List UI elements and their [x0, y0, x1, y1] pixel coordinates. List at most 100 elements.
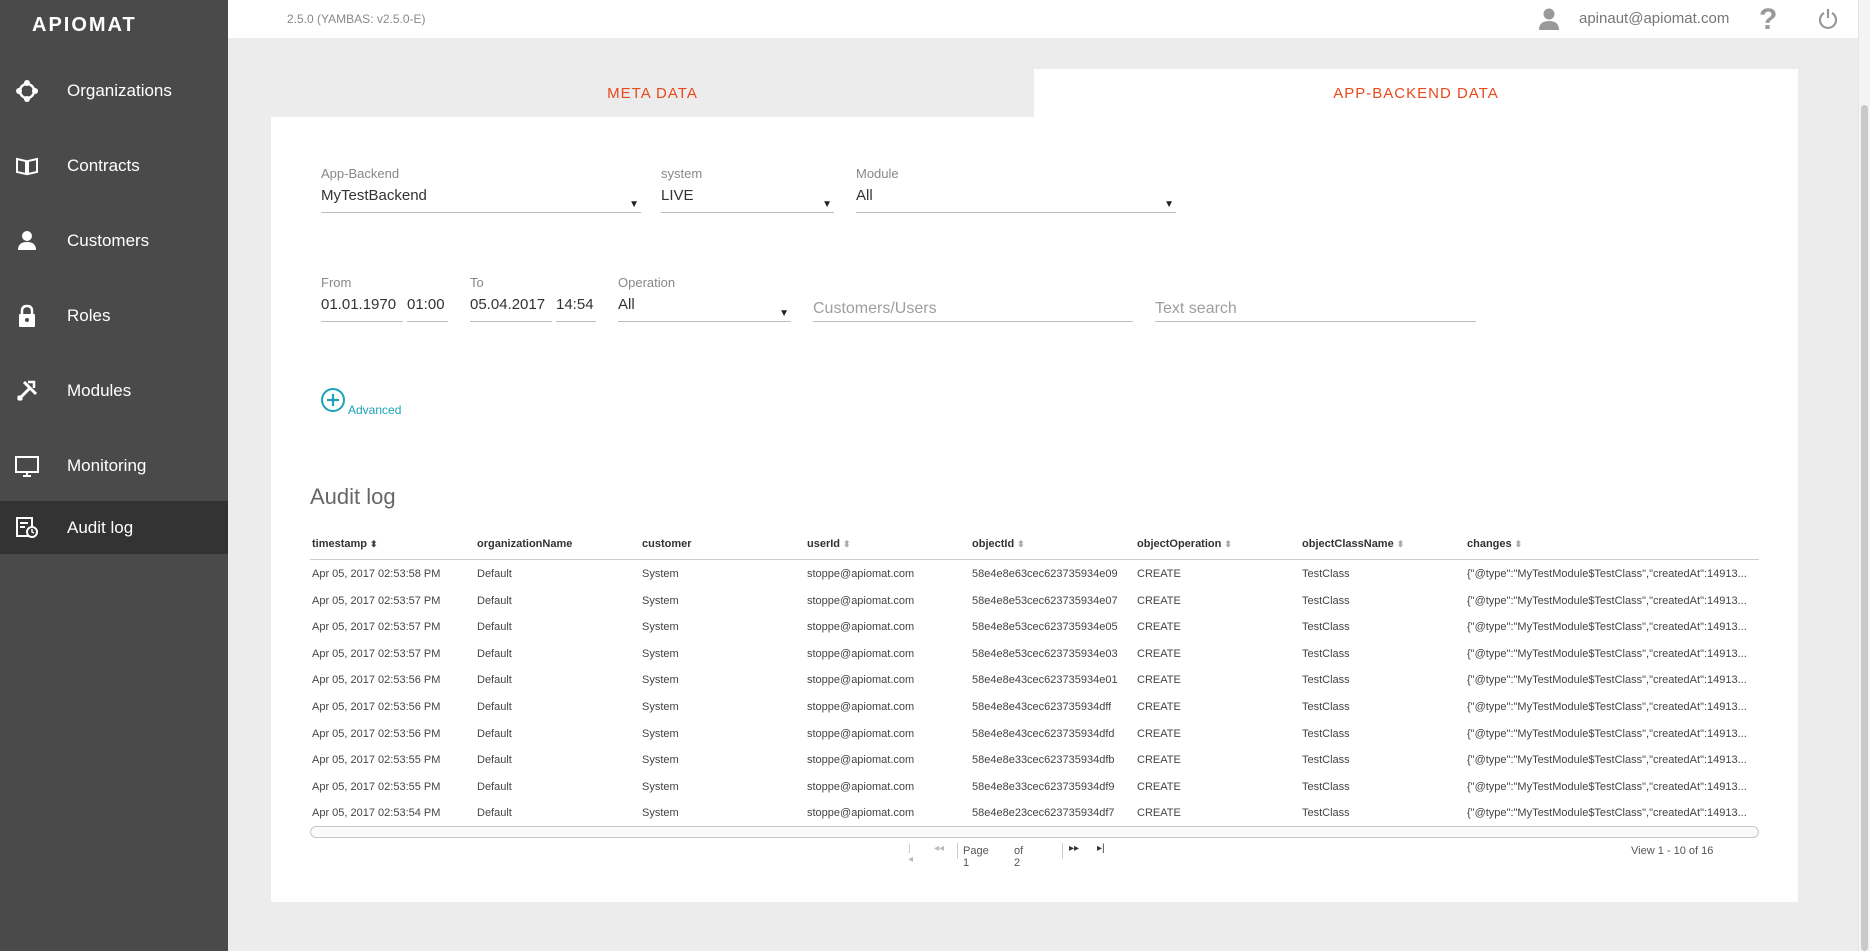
cell-timestamp: Apr 05, 2017 02:53:54 PM [312, 807, 441, 820]
horizontal-scrollbar[interactable] [310, 826, 1759, 838]
system-select[interactable]: system LIVE ▼ [661, 165, 834, 213]
cell-object-class-name: TestClass [1302, 568, 1350, 580]
column-header-customer: customer [642, 538, 692, 550]
table-row[interactable]: Apr 05, 2017 02:53:55 PM Default System sto… [310, 773, 1759, 800]
from-time-field[interactable]: 01:00 [407, 274, 448, 322]
sort-icon: ⬍ [1396, 539, 1405, 549]
cell-object-id: 58e4e8e53cec623735934e07 [972, 594, 1118, 607]
sidebar-item-label: Customers [67, 230, 150, 250]
cell-object-class-name: TestClass [1302, 780, 1350, 793]
user-email[interactable]: apinaut@apiomat.com [1579, 10, 1729, 27]
table-row[interactable]: Apr 05, 2017 02:53:58 PM Default System sto… [310, 560, 1759, 587]
column-header-user-id[interactable]: userId ⬍ [807, 538, 851, 550]
cell-object-operation: CREATE [1137, 568, 1181, 580]
cell-changes: {"@type":"MyTestModule$TestClass","creat… [1467, 568, 1747, 580]
cell-user-id: stoppe@apiomat.com [807, 807, 915, 820]
cell-organization-name: Default [477, 754, 512, 767]
table-row[interactable]: Apr 05, 2017 02:53:56 PM Default System sto… [310, 720, 1759, 747]
roles-icon [14, 303, 40, 329]
to-time-field[interactable]: 14:54 [556, 274, 596, 322]
column-label: organizationName [477, 538, 573, 550]
cell-organization-name: Default [477, 568, 512, 580]
sidebar-item-organizations[interactable]: Organizations [0, 64, 228, 117]
to-date-field[interactable]: To 05.04.2017 [470, 274, 552, 322]
column-label: objectId [972, 538, 1015, 550]
cell-organization-name: Default [477, 647, 512, 660]
user-icon[interactable] [1538, 7, 1560, 36]
app-backend-select[interactable]: App-Backend MyTestBackend ▼ [321, 165, 641, 213]
table-row[interactable]: Apr 05, 2017 02:53:55 PM Default System sto… [310, 746, 1759, 773]
cell-object-id: 58e4e8e53cec623735934e03 [972, 647, 1118, 660]
cell-object-operation: CREATE [1137, 594, 1181, 607]
tab-app-backend-data[interactable]: APP-BACKEND DATA [1034, 69, 1798, 117]
advanced-button[interactable]: Advanced [320, 387, 401, 418]
cell-customer: System [642, 621, 679, 634]
system-value: LIVE [661, 187, 694, 204]
table-row[interactable]: Apr 05, 2017 02:53:57 PM Default System sto… [310, 587, 1759, 614]
cell-user-id: stoppe@apiomat.com [807, 568, 915, 580]
column-header-changes[interactable]: changes ⬍ [1467, 538, 1522, 550]
cell-object-id: 58e4e8e33cec623735934df9 [972, 780, 1115, 793]
table-row[interactable]: Apr 05, 2017 02:53:56 PM Default System sto… [310, 693, 1759, 720]
modules-icon [14, 378, 40, 404]
to-date-value: 05.04.2017 [470, 292, 552, 322]
vertical-scrollbar[interactable] [1858, 0, 1870, 951]
module-value: All [856, 187, 873, 204]
sidebar-item-contracts[interactable]: Contracts [0, 139, 228, 192]
cell-timestamp: Apr 05, 2017 02:53:55 PM [312, 754, 441, 767]
column-header-object-operation[interactable]: objectOperation ⬍ [1137, 538, 1232, 550]
power-icon[interactable] [1817, 8, 1839, 35]
sidebar-item-monitoring[interactable]: Monitoring [0, 439, 228, 492]
monitoring-icon [14, 453, 40, 479]
help-icon[interactable]: ? [1759, 2, 1777, 38]
sidebar-item-modules[interactable]: Modules [0, 364, 228, 417]
sidebar-item-customers[interactable]: Customers [0, 214, 228, 267]
column-header-object-id[interactable]: objectId ⬍ [972, 538, 1025, 550]
prev-page-icon[interactable]: ◂◂ [934, 843, 944, 854]
column-label: timestamp [312, 538, 368, 550]
cell-customer: System [642, 568, 679, 580]
customers-users-input[interactable]: Customers/Users [813, 274, 1133, 322]
system-label: system [661, 166, 703, 181]
sidebar-item-audit-log[interactable]: Audit log [0, 501, 228, 554]
next-page-icon[interactable]: ▸▸ [1069, 843, 1079, 854]
logo[interactable]: APIOMAT [0, 0, 228, 48]
cell-object-class-name: TestClass [1302, 807, 1350, 820]
sidebar: APIOMAT Organizations Contracts Customer… [0, 0, 228, 951]
column-label: objectClassName [1302, 538, 1394, 550]
cell-timestamp: Apr 05, 2017 02:53:57 PM [312, 621, 441, 634]
table-row[interactable]: Apr 05, 2017 02:53:56 PM Default System sto… [310, 666, 1759, 693]
column-header-object-class-name[interactable]: objectClassName ⬍ [1302, 538, 1404, 550]
cell-timestamp: Apr 05, 2017 02:53:56 PM [312, 727, 441, 740]
column-header-organization-name: organizationName [477, 538, 572, 550]
cell-object-id: 58e4e8e43cec623735934dff [972, 700, 1112, 713]
first-page-icon[interactable]: |◂ [908, 843, 913, 865]
audit-log-table: timestamp ⬍ organizationName customer use… [310, 532, 1759, 826]
table-row[interactable]: Apr 05, 2017 02:53:54 PM Default System sto… [310, 799, 1759, 826]
cell-customer: System [642, 807, 679, 820]
cell-object-operation: CREATE [1137, 700, 1181, 713]
last-page-icon[interactable]: ▸| [1097, 843, 1105, 854]
cell-changes: {"@type":"MyTestModule$TestClass","creat… [1467, 674, 1747, 687]
column-header-timestamp[interactable]: timestamp ⬍ [312, 538, 378, 550]
advanced-label: Advanced [348, 403, 402, 417]
cell-changes: {"@type":"MyTestModule$TestClass","creat… [1467, 647, 1747, 660]
from-date-field[interactable]: From 01.01.1970 [321, 274, 403, 322]
customers-users-placeholder: Customers/Users [813, 292, 1133, 322]
sidebar-item-label: Audit log [67, 517, 134, 537]
caret-down-icon: ▼ [822, 199, 832, 210]
module-select[interactable]: Module All ▼ [856, 165, 1176, 213]
text-search-input[interactable]: Text search [1155, 274, 1476, 322]
operation-select[interactable]: Operation All ▼ [618, 274, 791, 322]
table-body: Apr 05, 2017 02:53:58 PM Default System sto… [310, 560, 1759, 826]
sidebar-item-label: Monitoring [67, 455, 147, 475]
cell-customer: System [642, 594, 679, 607]
scrollbar-thumb[interactable] [1861, 105, 1868, 951]
cell-changes: {"@type":"MyTestModule$TestClass","creat… [1467, 807, 1747, 820]
table-row[interactable]: Apr 05, 2017 02:53:57 PM Default System sto… [310, 640, 1759, 667]
tab-meta-data[interactable]: META DATA [271, 69, 1034, 117]
sidebar-item-roles[interactable]: Roles [0, 289, 228, 342]
table-row[interactable]: Apr 05, 2017 02:53:57 PM Default System sto… [310, 613, 1759, 640]
sort-icon: ⬍ [1514, 539, 1523, 549]
cell-changes: {"@type":"MyTestModule$TestClass","creat… [1467, 780, 1747, 793]
